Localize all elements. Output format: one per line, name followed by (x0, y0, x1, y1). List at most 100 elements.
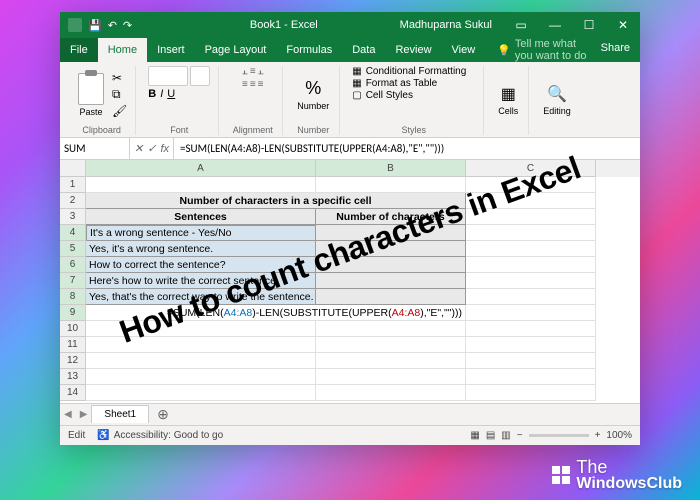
add-sheet-button[interactable]: ⊕ (149, 406, 177, 423)
row-header[interactable]: 7 (60, 273, 86, 289)
formula-bar-input[interactable]: =SUM(LEN(A4:A8)-LEN(SUBSTITUTE(UPPER(A4:… (174, 138, 640, 159)
select-all-corner[interactable] (60, 160, 86, 177)
row-header[interactable]: 2 (60, 193, 86, 209)
group-font: Font (148, 123, 210, 135)
font-name[interactable] (148, 66, 188, 86)
zoom-level[interactable]: 100% (606, 430, 632, 441)
paste-button[interactable]: Paste (76, 71, 106, 119)
font-size[interactable] (190, 66, 210, 86)
format-as-table-button[interactable]: ▦Format as Table (352, 78, 437, 89)
col-header-a[interactable]: A (86, 160, 316, 177)
row-header[interactable]: 1 (60, 177, 86, 193)
row-header[interactable]: 6 (60, 257, 86, 273)
windows-logo-icon (552, 466, 572, 490)
enter-formula-icon[interactable]: ✓ (147, 142, 156, 155)
lightbulb-icon: 💡 (497, 44, 511, 57)
cell-a2[interactable]: Number of characters in a specific cell (86, 193, 466, 209)
menu-formulas[interactable]: Formulas (276, 38, 342, 62)
name-box[interactable]: SUM (60, 138, 130, 159)
sheet-tab[interactable]: Sheet1 (91, 405, 149, 423)
cell-a8[interactable]: Yes, that's the correct way to write the… (86, 289, 316, 305)
underline-button[interactable]: U (167, 88, 175, 100)
format-painter-icon[interactable]: 🖌 (112, 104, 127, 118)
align-left-icon[interactable]: ≡ (242, 79, 248, 90)
cond-format-icon: ▦ (352, 66, 361, 77)
clipboard-icon (78, 73, 104, 105)
row-header[interactable]: 8 (60, 289, 86, 305)
fx-icon[interactable]: fx (160, 143, 169, 155)
group-clipboard: Clipboard (76, 123, 127, 135)
cell-a5[interactable]: Yes, it's a wrong sentence. (86, 241, 316, 257)
cancel-formula-icon[interactable]: ✕ (134, 142, 143, 155)
col-header-c[interactable]: C (466, 160, 596, 177)
row-header[interactable]: 3 (60, 209, 86, 225)
view-normal-icon[interactable]: ▦ (470, 430, 479, 441)
menu-insert[interactable]: Insert (147, 38, 195, 62)
bold-button[interactable]: B (148, 88, 156, 100)
menu-view[interactable]: View (442, 38, 486, 62)
menu-home[interactable]: Home (98, 38, 147, 62)
tell-me-search[interactable]: 💡 Tell me what you want to do (485, 38, 590, 62)
autosave-icon[interactable] (68, 18, 82, 32)
number-format-button[interactable]: % Number (295, 76, 331, 113)
user-name[interactable]: Madhuparna Sukul (388, 19, 504, 31)
conditional-formatting-button[interactable]: ▦Conditional Formatting (352, 66, 466, 77)
cell-a3[interactable]: Sentences (86, 209, 316, 225)
share-button[interactable]: Share (591, 38, 640, 62)
row-header[interactable]: 5 (60, 241, 86, 257)
accessibility-icon: ♿ (97, 430, 109, 441)
accessibility-status[interactable]: ♿Accessibility: Good to go (97, 430, 223, 441)
copy-icon[interactable]: ⧉ (112, 87, 127, 102)
cell-b3[interactable]: Number of characters (316, 209, 466, 225)
menu-data[interactable]: Data (342, 38, 385, 62)
row-header[interactable]: 4 (60, 225, 86, 241)
row-header[interactable]: 11 (60, 337, 86, 353)
editing-icon: 🔍 (547, 84, 567, 104)
view-page-break-icon[interactable]: ▥ (501, 430, 510, 441)
percent-icon: % (305, 78, 321, 99)
view-page-layout-icon[interactable]: ▤ (486, 430, 495, 441)
group-styles: Styles (352, 123, 475, 135)
window-title: Book1 - Excel (180, 19, 388, 31)
align-right-icon[interactable]: ≡ (258, 79, 264, 90)
save-icon[interactable]: 💾 (88, 19, 102, 32)
align-middle-icon[interactable]: ≡ (250, 66, 256, 77)
cell-styles-icon: ▢ (352, 90, 361, 101)
minimize-icon[interactable]: — (538, 12, 572, 38)
italic-button[interactable]: I (160, 88, 163, 100)
cell-styles-button[interactable]: ▢Cell Styles (352, 90, 413, 101)
undo-icon[interactable]: ↶ (108, 19, 117, 32)
cut-icon[interactable]: ✂ (112, 71, 127, 85)
menu-page-layout[interactable]: Page Layout (195, 38, 277, 62)
menu-file[interactable]: File (60, 38, 98, 62)
cell-a6[interactable]: How to correct the sentence? (86, 257, 316, 273)
cell-a4[interactable]: It's a wrong sentence - Yes/No (86, 225, 316, 241)
table-icon: ▦ (352, 78, 361, 89)
cell-b9-formula[interactable]: =SUM(LEN(A4:A8)-LEN(SUBSTITUTE(UPPER(A4:… (86, 305, 466, 321)
close-icon[interactable]: ✕ (606, 12, 640, 38)
zoom-out-icon[interactable]: − (517, 430, 523, 441)
row-header[interactable]: 10 (60, 321, 86, 337)
status-mode: Edit (68, 430, 85, 441)
group-number: Number (295, 123, 331, 135)
row-header[interactable]: 13 (60, 369, 86, 385)
row-header[interactable]: 14 (60, 385, 86, 401)
col-header-b[interactable]: B (316, 160, 466, 177)
cells-button[interactable]: ▦Cells (496, 82, 520, 118)
align-center-icon[interactable]: ≡ (250, 79, 256, 90)
zoom-slider[interactable] (529, 434, 589, 437)
row-header[interactable]: 9 (60, 305, 86, 321)
align-top-icon[interactable]: ⫠ (242, 66, 248, 77)
menu-review[interactable]: Review (385, 38, 441, 62)
sheet-nav-next-icon[interactable]: ▶ (76, 409, 92, 420)
align-bottom-icon[interactable]: ⫠ (258, 66, 264, 77)
cell-a7[interactable]: Here's how to write the correct sentence… (86, 273, 316, 289)
group-alignment: Alignment (231, 123, 274, 135)
zoom-in-icon[interactable]: + (595, 430, 601, 441)
row-header[interactable]: 12 (60, 353, 86, 369)
ribbon-options-icon[interactable]: ▭ (504, 12, 538, 38)
sheet-nav-prev-icon[interactable]: ◀ (60, 409, 76, 420)
editing-button[interactable]: 🔍Editing (541, 82, 573, 118)
redo-icon[interactable]: ↷ (123, 19, 132, 32)
maximize-icon[interactable]: ☐ (572, 12, 606, 38)
